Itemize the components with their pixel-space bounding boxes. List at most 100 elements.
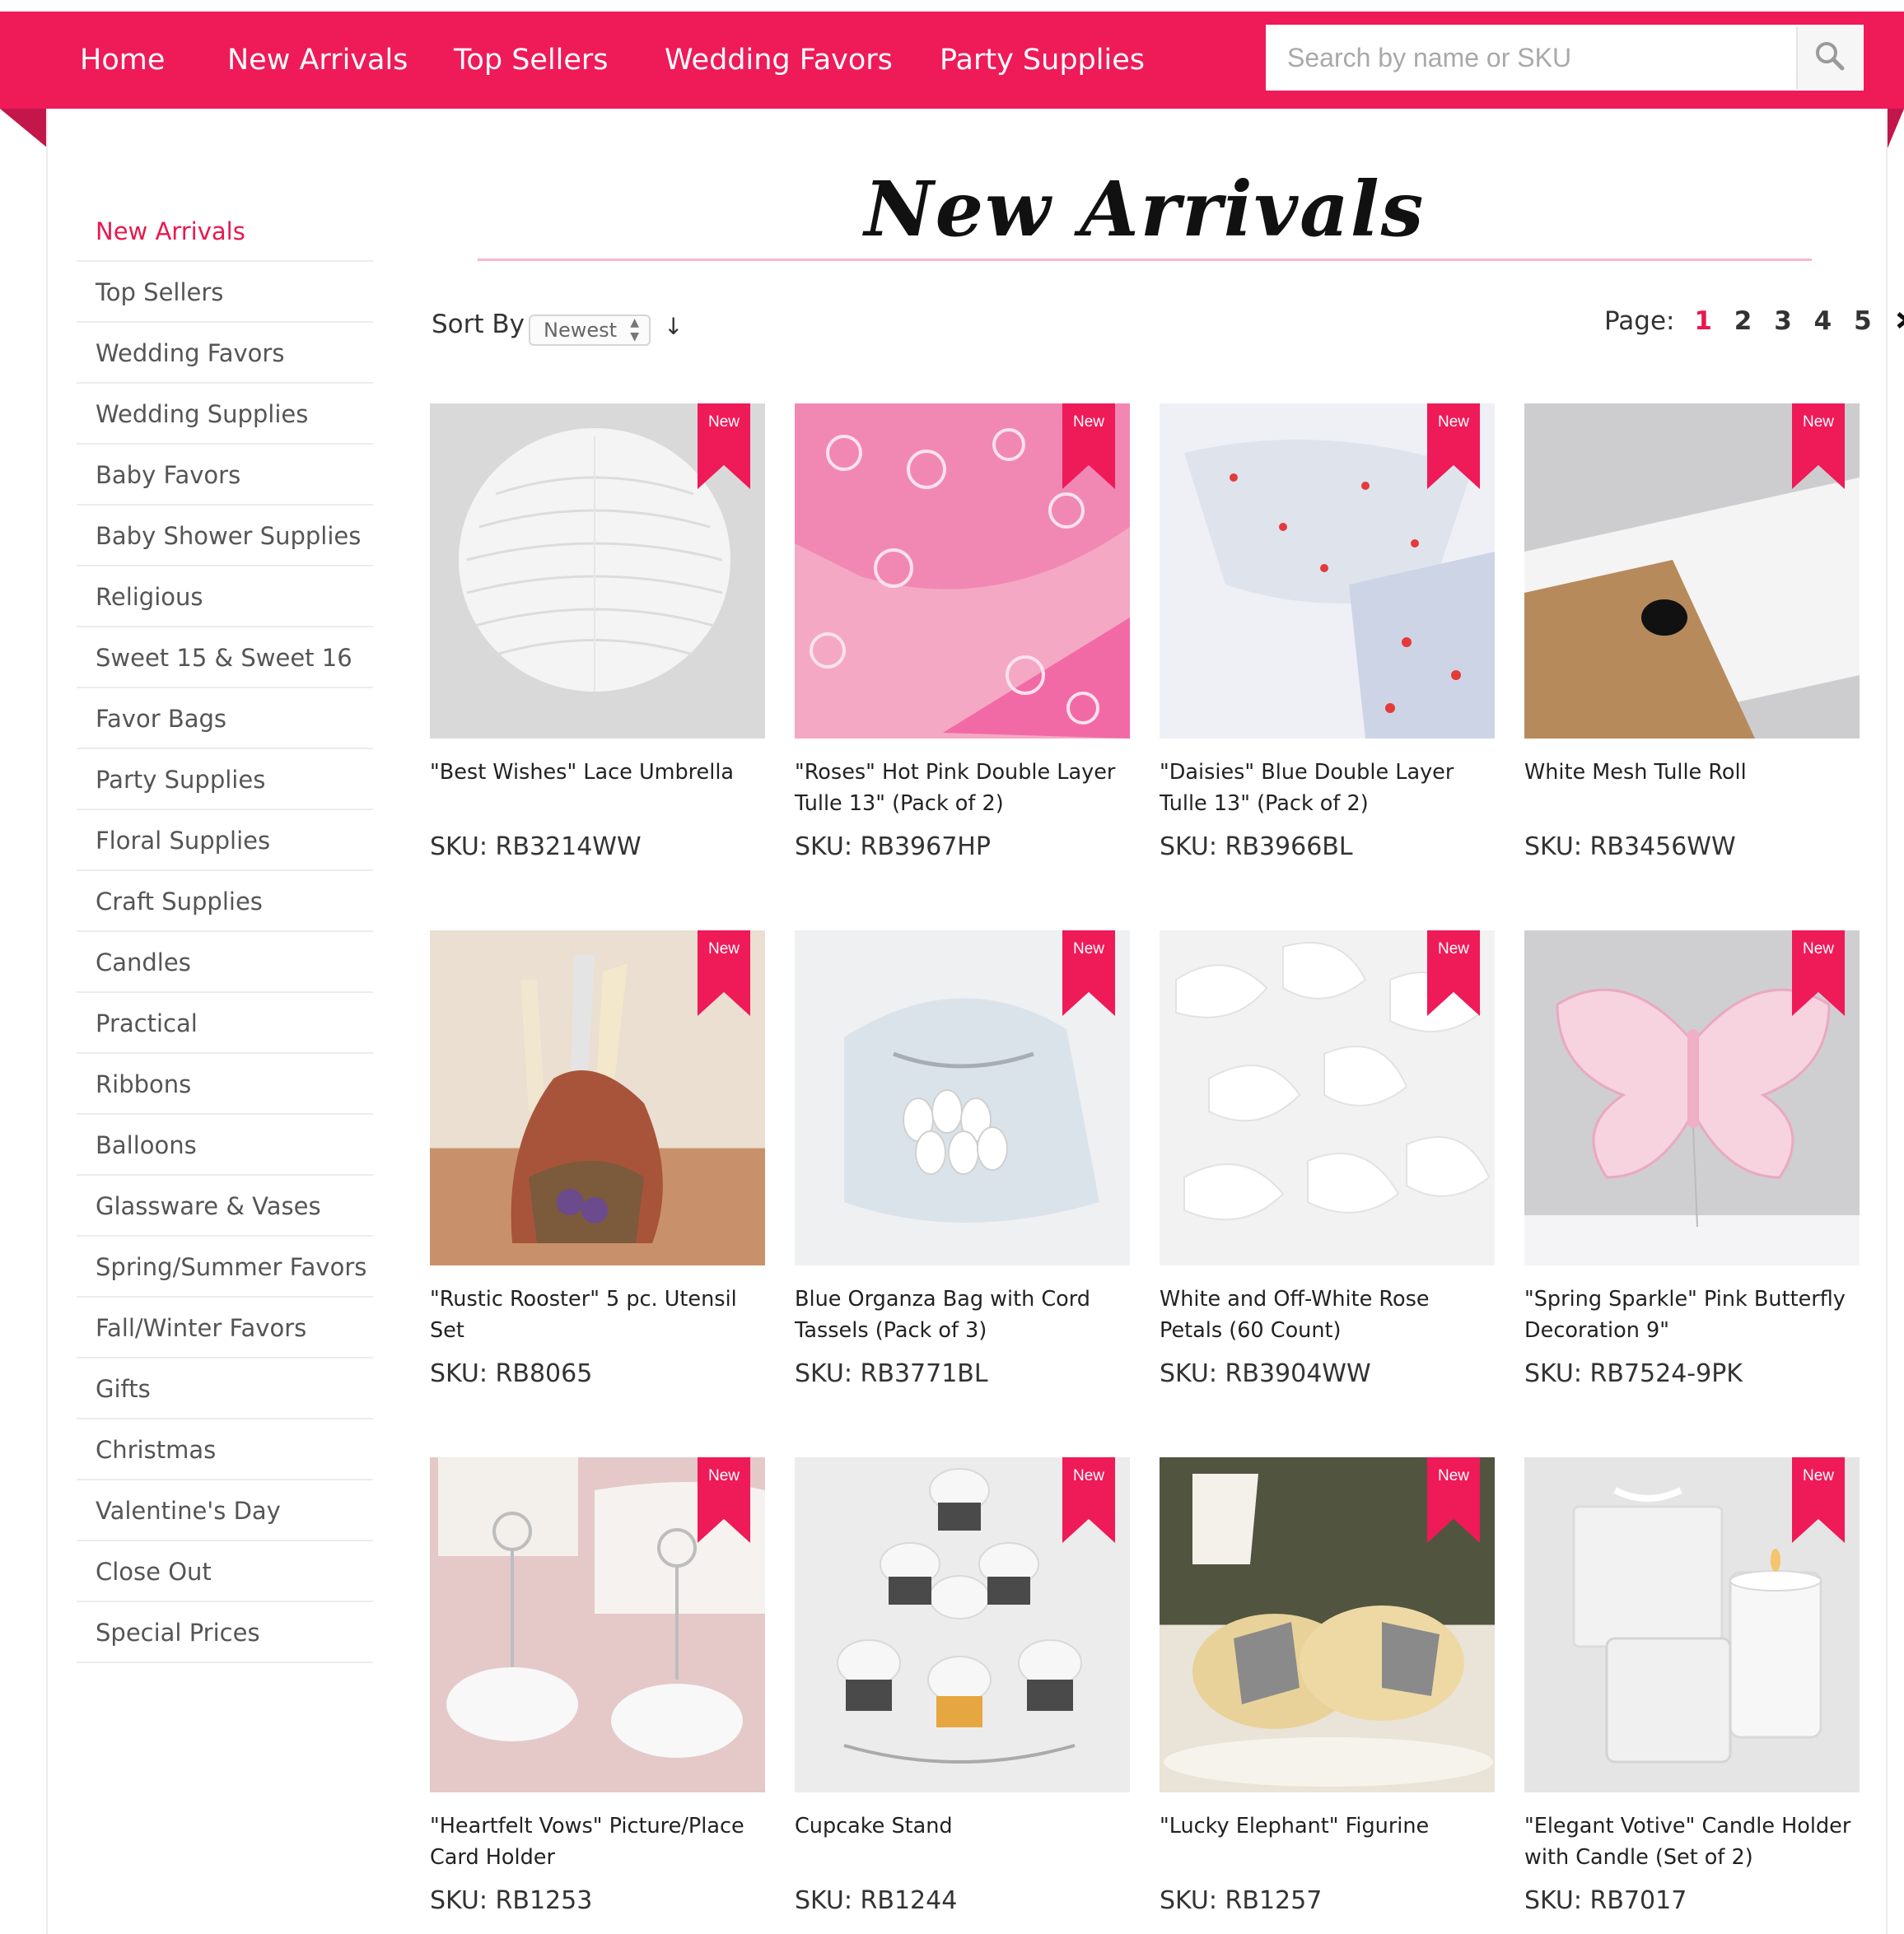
- product-image[interactable]: New: [1524, 930, 1860, 1265]
- product-sku: SKU: RB1253: [430, 1886, 593, 1915]
- product-image[interactable]: New: [1524, 1457, 1860, 1792]
- search-button[interactable]: [1796, 26, 1862, 89]
- pagination-label: Page:: [1604, 306, 1675, 336]
- product-image[interactable]: New: [1160, 403, 1495, 739]
- product-name[interactable]: "Spring Sparkle" Pink Butterfly Decorati…: [1524, 1284, 1860, 1349]
- ribbon-fold-left: [0, 109, 48, 148]
- product-sku: SKU: RB7017: [1524, 1886, 1687, 1915]
- product-sku: SKU: RB3966BL: [1160, 832, 1353, 861]
- sidebar-item-sweet-15-16[interactable]: Sweet 15 & Sweet 16: [77, 627, 373, 688]
- sidebar-item-top-sellers[interactable]: Top Sellers: [77, 262, 373, 323]
- top-navigation: Home New Arrivals Top Sellers Wedding Fa…: [0, 12, 1904, 109]
- product-image[interactable]: New: [1160, 1457, 1495, 1792]
- product-image[interactable]: New: [430, 403, 765, 739]
- page-link-5[interactable]: 5: [1854, 306, 1872, 336]
- product-card[interactable]: New "Roses" Hot Pink Double Layer Tulle …: [795, 403, 1130, 861]
- nav-home[interactable]: Home: [80, 12, 165, 109]
- sidebar-item-party-supplies[interactable]: Party Supplies: [77, 749, 373, 810]
- ribbon-fold-right: [1888, 109, 1904, 148]
- sidebar-item-new-arrivals[interactable]: New Arrivals: [77, 201, 373, 262]
- product-sku: SKU: RB1244: [795, 1886, 958, 1915]
- product-image[interactable]: New: [430, 1457, 765, 1792]
- product-name[interactable]: "Roses" Hot Pink Double Layer Tulle 13" …: [795, 757, 1130, 823]
- product-name[interactable]: "Elegant Votive" Candle Holder with Cand…: [1524, 1811, 1860, 1876]
- product-sku: SKU: RB3904WW: [1160, 1359, 1371, 1388]
- product-name[interactable]: White Mesh Tulle Roll: [1524, 757, 1860, 823]
- product-card[interactable]: New "Lucky Elephant" Figurine SKU: RB125…: [1160, 1457, 1495, 1915]
- search-input[interactable]: [1267, 26, 1798, 89]
- product-card[interactable]: New "Best Wishes" Lace Umbrella SKU: RB3…: [430, 403, 765, 861]
- category-sidebar: New Arrivals Top Sellers Wedding Favors …: [77, 201, 373, 1663]
- product-image[interactable]: New: [795, 403, 1130, 739]
- product-image[interactable]: New: [1524, 403, 1860, 739]
- sidebar-item-floral-supplies[interactable]: Floral Supplies: [77, 810, 373, 871]
- product-sku: SKU: RB3214WW: [430, 832, 642, 861]
- sidebar-item-craft-supplies[interactable]: Craft Supplies: [77, 871, 373, 932]
- product-name[interactable]: "Heartfelt Vows" Picture/Place Card Hold…: [430, 1811, 765, 1876]
- product-name[interactable]: Cupcake Stand: [795, 1811, 1130, 1876]
- sidebar-item-glassware-vases[interactable]: Glassware & Vases: [77, 1176, 373, 1237]
- product-image[interactable]: New: [1160, 930, 1495, 1265]
- product-sku: SKU: RB3456WW: [1524, 832, 1736, 861]
- product-card[interactable]: New White and Off-White Rose Petals (60 …: [1160, 930, 1495, 1388]
- page-title: New Arrivals: [864, 165, 1426, 254]
- product-card[interactable]: New Cupcake Stand SKU: RB1244: [795, 1457, 1130, 1915]
- sidebar-item-balloons[interactable]: Balloons: [77, 1115, 373, 1176]
- sidebar-item-fall-winter-favors[interactable]: Fall/Winter Favors: [77, 1298, 373, 1358]
- sidebar-item-baby-favors[interactable]: Baby Favors: [77, 445, 373, 506]
- product-sku: SKU: RB7524-9PK: [1524, 1359, 1743, 1388]
- sidebar-item-religious[interactable]: Religious: [77, 566, 373, 627]
- search-box: [1266, 25, 1864, 91]
- page-link-3[interactable]: 3: [1774, 306, 1792, 336]
- product-card[interactable]: New "Rustic Rooster" 5 pc. Utensil Set S…: [430, 930, 765, 1388]
- product-name[interactable]: "Lucky Elephant" Figurine: [1160, 1811, 1495, 1876]
- next-page-icon[interactable]: [1894, 306, 1904, 336]
- sort-label: Sort By: [432, 310, 525, 339]
- select-arrows-icon: ▲ ▼: [630, 316, 639, 343]
- sidebar-item-wedding-favors[interactable]: Wedding Favors: [77, 323, 373, 384]
- sidebar-item-close-out[interactable]: Close Out: [77, 1541, 373, 1602]
- search-icon: [1814, 40, 1846, 75]
- sidebar-item-special-prices[interactable]: Special Prices: [77, 1602, 373, 1663]
- sidebar-item-practical[interactable]: Practical: [77, 993, 373, 1054]
- nav-party-supplies[interactable]: Party Supplies: [940, 12, 1145, 109]
- title-divider: [478, 259, 1812, 261]
- sidebar-item-gifts[interactable]: Gifts: [77, 1358, 373, 1419]
- product-name[interactable]: "Rustic Rooster" 5 pc. Utensil Set: [430, 1284, 765, 1349]
- page-link-4[interactable]: 4: [1814, 306, 1832, 336]
- product-card[interactable]: New "Elegant Votive" Candle Holder with …: [1524, 1457, 1860, 1915]
- product-image[interactable]: New: [795, 1457, 1130, 1792]
- page-link-2[interactable]: 2: [1734, 306, 1752, 336]
- product-card[interactable]: New White Mesh Tulle Roll SKU: RB3456WW: [1524, 403, 1860, 861]
- nav-new-arrivals[interactable]: New Arrivals: [227, 12, 408, 109]
- product-name[interactable]: "Best Wishes" Lace Umbrella: [430, 757, 765, 823]
- product-name[interactable]: White and Off-White Rose Petals (60 Coun…: [1160, 1284, 1495, 1349]
- sidebar-item-spring-summer-favors[interactable]: Spring/Summer Favors: [77, 1237, 373, 1298]
- product-image[interactable]: New: [795, 930, 1130, 1265]
- pagination: Page: 1 2 3 4 5: [1604, 306, 1904, 336]
- product-sku: SKU: RB3771BL: [795, 1359, 988, 1388]
- product-card[interactable]: New "Spring Sparkle" Pink Butterfly Deco…: [1524, 930, 1860, 1388]
- sort-direction-icon[interactable]: ↓: [664, 313, 683, 340]
- sidebar-item-favor-bags[interactable]: Favor Bags: [77, 688, 373, 749]
- product-sku: SKU: RB1257: [1160, 1886, 1323, 1915]
- sidebar-item-baby-shower-supplies[interactable]: Baby Shower Supplies: [77, 506, 373, 566]
- nav-wedding-favors[interactable]: Wedding Favors: [665, 12, 893, 109]
- product-sku: SKU: RB8065: [430, 1359, 593, 1388]
- sidebar-item-christmas[interactable]: Christmas: [77, 1419, 373, 1480]
- sort-select[interactable]: Newest ▲ ▼: [529, 315, 651, 346]
- product-card[interactable]: New "Daisies" Blue Double Layer Tulle 13…: [1160, 403, 1495, 861]
- sort-select-value: Newest: [544, 319, 618, 342]
- sidebar-item-ribbons[interactable]: Ribbons: [77, 1054, 373, 1115]
- sidebar-item-candles[interactable]: Candles: [77, 932, 373, 993]
- product-sku: SKU: RB3967HP: [795, 832, 991, 861]
- product-image[interactable]: New: [430, 930, 765, 1265]
- product-name[interactable]: Blue Organza Bag with Cord Tassels (Pack…: [795, 1284, 1130, 1349]
- nav-top-sellers[interactable]: Top Sellers: [454, 12, 609, 109]
- product-card[interactable]: New Blue Organza Bag with Cord Tassels (…: [795, 930, 1130, 1388]
- product-name[interactable]: "Daisies" Blue Double Layer Tulle 13" (P…: [1160, 757, 1495, 823]
- sidebar-item-wedding-supplies[interactable]: Wedding Supplies: [77, 384, 373, 445]
- page-link-1[interactable]: 1: [1694, 306, 1712, 336]
- product-card[interactable]: New "Heartfelt Vows" Picture/Place Card …: [430, 1457, 765, 1915]
- sidebar-item-valentines-day[interactable]: Valentine's Day: [77, 1480, 373, 1541]
